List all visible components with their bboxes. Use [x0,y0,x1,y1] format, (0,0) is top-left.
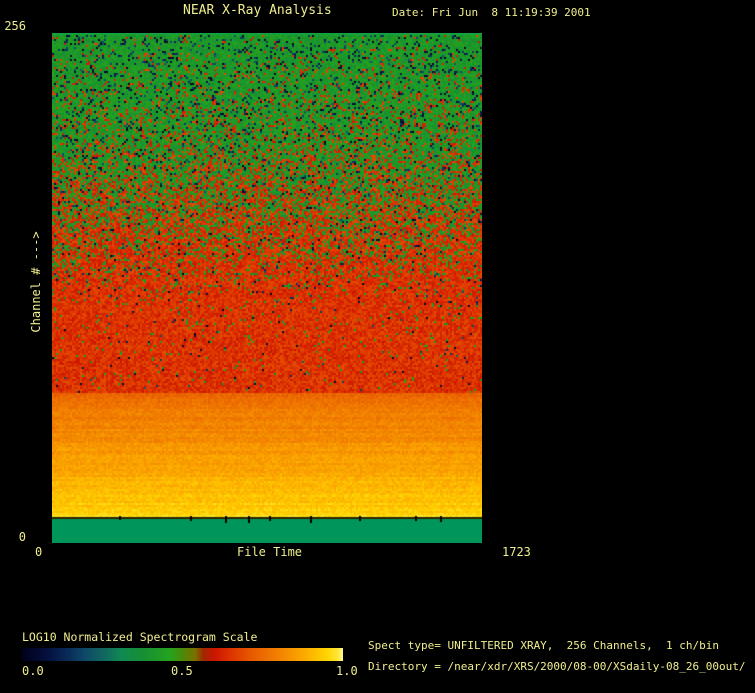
near-xray-analysis-window: NEAR X-Ray Analysis Date: Fri Jun 8 11:1… [0,0,755,693]
x-axis-max-tick: 1723 [502,545,531,559]
colorbar-gradient [22,648,343,661]
y-axis-title: Channel # ---> [29,231,43,333]
x-axis-title: File Time [237,545,303,559]
page-title: NEAR X-Ray Analysis [183,3,332,18]
x-axis-min-tick: 0 [35,545,43,559]
y-axis-min-tick: 0 [18,530,26,544]
colorbar-title: LOG10 Normalized Spectrogram Scale [22,630,258,644]
colorbar-tick-min: 0.0 [22,664,44,678]
y-axis-max-tick: 256 [4,19,26,33]
spectrogram-canvas [52,33,482,543]
spect-type-info: Spect type= UNFILTERED XRAY, 256 Channel… [368,639,719,652]
colorbar-tick-mid: 0.5 [171,664,193,678]
directory-path: Directory = /near/xdr/XRS/2000/08-00/XSd… [368,660,746,673]
colorbar-tick-max: 1.0 [336,664,358,678]
timestamp-label: Date: Fri Jun 8 11:19:39 2001 [392,6,591,19]
